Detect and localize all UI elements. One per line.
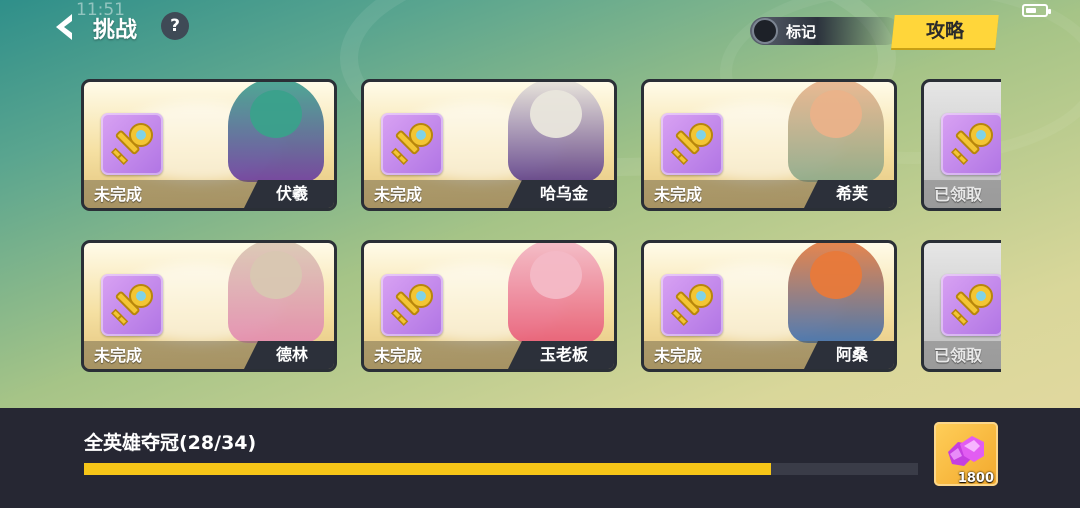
card-status: 已领取 xyxy=(934,185,983,204)
challenge-card-claimed[interactable]: 已领取 xyxy=(921,240,1001,372)
challenge-card[interactable]: 未完成 玉老板 xyxy=(361,240,617,372)
hero-name: 哈乌金 xyxy=(507,180,614,208)
reward-chest[interactable]: 1800 xyxy=(934,422,998,486)
mark-toggle[interactable]: 标记 xyxy=(750,17,900,45)
help-button[interactable]: ? xyxy=(161,12,189,40)
challenge-card-claimed[interactable]: 已领取 xyxy=(921,79,1001,211)
progress-title: 全英雄夺冠(28/34) xyxy=(84,432,257,454)
back-button[interactable] xyxy=(52,12,80,42)
card-status: 未完成 xyxy=(374,346,423,365)
key-icon xyxy=(670,123,713,166)
key-icon xyxy=(390,284,433,327)
key-icon xyxy=(110,123,153,166)
reward-amount: 1800 xyxy=(957,471,994,486)
card-status: 未完成 xyxy=(94,346,143,365)
key-icon xyxy=(950,123,993,166)
key-reward-icon xyxy=(381,274,443,336)
key-icon xyxy=(390,123,433,166)
key-reward-icon xyxy=(941,113,1001,175)
page-title: 挑战 xyxy=(93,18,138,43)
battery-level xyxy=(1026,8,1036,13)
key-reward-icon xyxy=(101,274,163,336)
key-reward-icon xyxy=(941,274,1001,336)
toggle-knob xyxy=(752,18,778,44)
progress-panel: 全英雄夺冠(28/34) 1800 xyxy=(0,408,1080,508)
hero-name: 伏羲 xyxy=(243,180,334,208)
hero-head xyxy=(810,90,862,138)
key-icon xyxy=(670,284,713,327)
key-reward-icon xyxy=(661,274,723,336)
key-reward-icon xyxy=(661,113,723,175)
challenge-card[interactable]: 未完成 哈乌金 xyxy=(361,79,617,211)
key-icon xyxy=(950,284,993,327)
card-status: 未完成 xyxy=(654,185,703,204)
hero-head xyxy=(810,251,862,299)
hero-head xyxy=(250,90,302,138)
key-icon xyxy=(110,284,153,327)
guide-label: 攻略 xyxy=(925,20,964,42)
mark-label: 标记 xyxy=(786,23,817,41)
back-arrow-icon xyxy=(56,14,72,40)
key-reward-icon xyxy=(101,113,163,175)
challenge-card[interactable]: 未完成 希芙 xyxy=(641,79,897,211)
card-status: 未完成 xyxy=(374,185,423,204)
card-status: 未完成 xyxy=(654,346,703,365)
hero-name: 玉老板 xyxy=(507,341,614,369)
challenge-card[interactable]: 未完成 德林 xyxy=(81,240,337,372)
hero-head xyxy=(530,90,582,138)
battery-icon xyxy=(1022,4,1051,17)
progress-fill xyxy=(84,463,771,475)
key-reward-icon xyxy=(381,113,443,175)
guide-button[interactable]: 攻略 xyxy=(891,15,999,48)
hero-head xyxy=(530,251,582,299)
progress-bar xyxy=(84,463,918,475)
challenge-card[interactable]: 未完成 阿桑 xyxy=(641,240,897,372)
hero-name: 德林 xyxy=(243,341,334,369)
challenge-card[interactable]: 未完成 伏羲 xyxy=(81,79,337,211)
card-status: 未完成 xyxy=(94,185,143,204)
card-status: 已领取 xyxy=(934,346,983,365)
hero-name: 希芙 xyxy=(803,180,894,208)
hero-head xyxy=(250,251,302,299)
hero-name: 阿桑 xyxy=(803,341,894,369)
